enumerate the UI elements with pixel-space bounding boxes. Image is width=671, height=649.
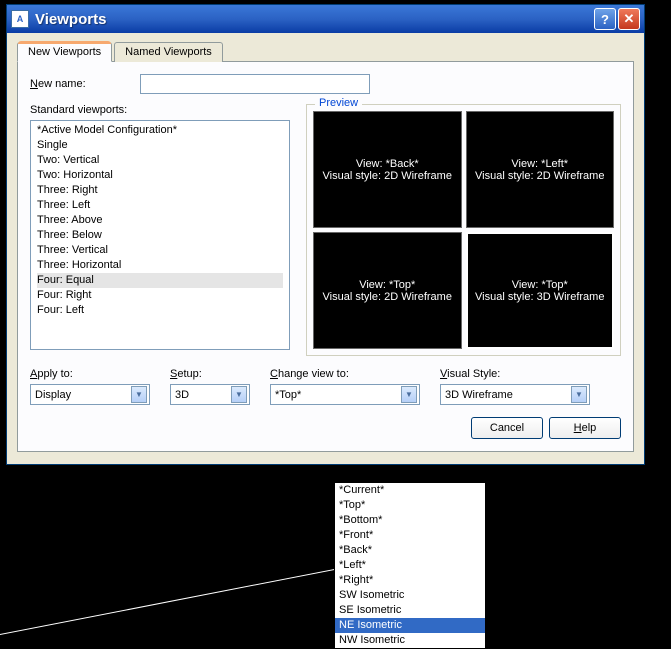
apply-to-combo[interactable]: Display ▼ xyxy=(30,384,150,405)
close-button[interactable]: ✕ xyxy=(618,8,640,30)
list-item[interactable]: Two: Vertical xyxy=(37,153,283,168)
new-name-label: New name: xyxy=(30,78,140,90)
setup-combo[interactable]: 3D ▼ xyxy=(170,384,250,405)
chevron-down-icon: ▼ xyxy=(401,386,417,403)
titlebar[interactable]: A Viewports ? ✕ xyxy=(7,5,644,33)
list-item[interactable]: Single xyxy=(37,138,283,153)
visual-style-combo[interactable]: 3D Wireframe ▼ xyxy=(440,384,590,405)
tab-strip: New Viewports Named Viewports xyxy=(17,41,634,62)
window-title: Viewports xyxy=(35,11,592,28)
preview-viewport[interactable]: View: *Back*Visual style: 2D Wireframe xyxy=(313,111,462,228)
chevron-down-icon: ▼ xyxy=(571,386,587,403)
preview-style-label: Visual style: 2D Wireframe xyxy=(323,170,452,182)
visual-style-value: 3D Wireframe xyxy=(445,389,513,401)
standard-viewports-list[interactable]: *Active Model Configuration*SingleTwo: V… xyxy=(30,120,290,350)
app-icon: A xyxy=(11,10,29,28)
setup-value: 3D xyxy=(175,389,189,401)
dropdown-option[interactable]: *Right* xyxy=(335,573,485,588)
list-item[interactable]: Three: Horizontal xyxy=(37,258,283,273)
list-item[interactable]: Four: Equal xyxy=(37,273,283,288)
dropdown-option[interactable]: SW Isometric xyxy=(335,588,485,603)
dropdown-option[interactable]: NW Isometric xyxy=(335,633,485,648)
visual-style-label: Visual Style: xyxy=(440,368,590,380)
preview-grid: View: *Back*Visual style: 2D WireframeVi… xyxy=(313,111,614,349)
preview-style-label: Visual style: 2D Wireframe xyxy=(323,291,452,303)
help-button[interactable]: Help xyxy=(549,417,621,439)
chevron-down-icon: ▼ xyxy=(131,386,147,403)
apply-to-value: Display xyxy=(35,389,71,401)
preview-style-label: Visual style: 3D Wireframe xyxy=(475,291,604,303)
dropdown-option[interactable]: *Left* xyxy=(335,558,485,573)
preview-viewport[interactable]: View: *Top*Visual style: 3D Wireframe xyxy=(466,232,615,349)
tab-pane-new: New name: Standard viewports: *Active Mo… xyxy=(17,61,634,452)
client-area: New Viewports Named Viewports New name: … xyxy=(7,33,644,464)
list-item[interactable]: Three: Left xyxy=(37,198,283,213)
dropdown-option[interactable]: *Current* xyxy=(335,483,485,498)
help-titlebar-button[interactable]: ? xyxy=(594,8,616,30)
preview-viewport[interactable]: View: *Top*Visual style: 2D Wireframe xyxy=(313,232,462,349)
change-view-label: Change view to: xyxy=(270,368,420,380)
dropdown-option[interactable]: NE Isometric xyxy=(335,618,485,633)
tab-new-viewports[interactable]: New Viewports xyxy=(17,42,112,62)
list-item[interactable]: *Active Model Configuration* xyxy=(37,123,283,138)
list-item[interactable]: Three: Below xyxy=(37,228,283,243)
preview-view-label: View: *Back* xyxy=(356,158,419,170)
standard-viewports-label: Standard viewports: xyxy=(30,104,290,116)
dropdown-option[interactable]: *Back* xyxy=(335,543,485,558)
preview-style-label: Visual style: 2D Wireframe xyxy=(475,170,604,182)
viewports-dialog: A Viewports ? ✕ New Viewports Named View… xyxy=(6,4,645,465)
preview-view-label: View: *Top* xyxy=(512,279,568,291)
change-view-value: *Top* xyxy=(275,389,301,401)
change-view-dropdown[interactable]: *Current**Top**Bottom**Front**Back**Left… xyxy=(334,482,486,649)
list-item[interactable]: Two: Horizontal xyxy=(37,168,283,183)
preview-view-label: View: *Left* xyxy=(511,158,568,170)
apply-to-label: Apply to: xyxy=(30,368,150,380)
dropdown-option[interactable]: *Front* xyxy=(335,528,485,543)
list-item[interactable]: Four: Left xyxy=(37,303,283,318)
list-item[interactable]: Four: Right xyxy=(37,288,283,303)
cancel-button[interactable]: Cancel xyxy=(471,417,543,439)
dropdown-option[interactable]: *Top* xyxy=(335,498,485,513)
list-item[interactable]: Three: Above xyxy=(37,213,283,228)
preview-view-label: View: *Top* xyxy=(359,279,415,291)
setup-label: Setup: xyxy=(170,368,250,380)
tab-named-viewports[interactable]: Named Viewports xyxy=(114,42,223,62)
change-view-combo[interactable]: *Top* ▼ xyxy=(270,384,420,405)
preview-viewport[interactable]: View: *Left*Visual style: 2D Wireframe xyxy=(466,111,615,228)
new-name-input[interactable] xyxy=(140,74,370,94)
list-item[interactable]: Three: Vertical xyxy=(37,243,283,258)
preview-legend: Preview xyxy=(315,97,362,109)
dropdown-option[interactable]: *Bottom* xyxy=(335,513,485,528)
chevron-down-icon: ▼ xyxy=(231,386,247,403)
dropdown-option[interactable]: SE Isometric xyxy=(335,603,485,618)
preview-group: Preview View: *Back*Visual style: 2D Wir… xyxy=(306,104,621,356)
list-item[interactable]: Three: Right xyxy=(37,183,283,198)
